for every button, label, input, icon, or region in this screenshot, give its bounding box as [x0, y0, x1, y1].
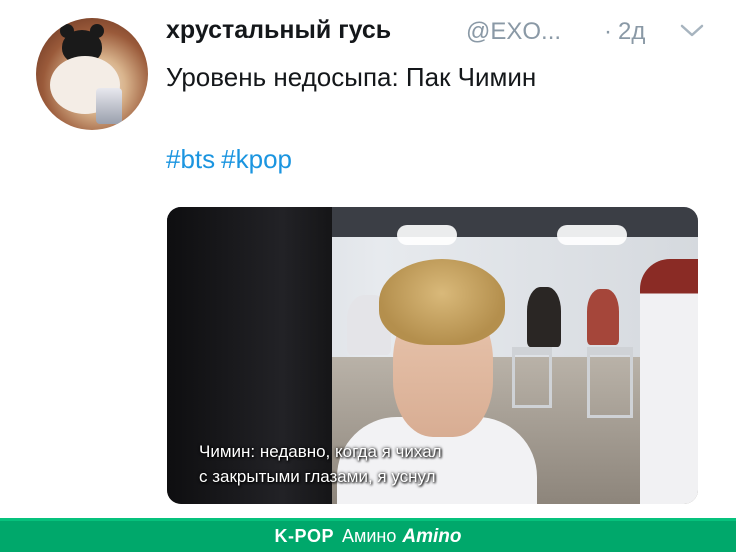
hashtag-link[interactable]: #bts — [166, 144, 215, 174]
avatar-cup — [96, 88, 122, 124]
photo-chair — [587, 347, 633, 418]
tweet-media-image[interactable]: Чимин: недавно, когда я чихал с закрытым… — [167, 207, 698, 504]
photo-background-person — [587, 289, 619, 345]
photo-right-person — [640, 259, 698, 504]
amino-footer-bar[interactable]: K-POP Амино Amino — [0, 518, 736, 552]
subtitle-line: Чимин: недавно, когда я чихал — [199, 442, 442, 461]
footer-brand: K-POP — [274, 526, 334, 546]
photo-light — [557, 225, 627, 245]
hashtag-list: #bts #kpop — [166, 144, 298, 175]
hashtag-link[interactable]: #kpop — [221, 144, 292, 174]
tweet-timestamp[interactable]: 2д — [618, 18, 645, 46]
chevron-down-icon[interactable] — [679, 22, 705, 40]
separator-dot: · — [604, 18, 612, 45]
photo-light — [397, 225, 457, 245]
photo-person-hair — [379, 259, 505, 345]
photo-background-person — [527, 287, 561, 347]
author-avatar[interactable] — [36, 18, 148, 130]
subtitle-line: с закрытыми глазами, я уснул — [199, 467, 436, 486]
photo-chair — [512, 347, 552, 408]
tweet-text: Уровень недосыпа: Пак Чимин — [166, 62, 537, 92]
author-name[interactable]: хрустальный гусь — [166, 16, 391, 45]
video-subtitle: Чимин: недавно, когда я чихал с закрытым… — [199, 439, 442, 489]
author-handle[interactable]: @EXO... — [466, 18, 561, 46]
amino-logo: Amino — [402, 525, 462, 547]
footer-word: Амино — [342, 526, 397, 546]
